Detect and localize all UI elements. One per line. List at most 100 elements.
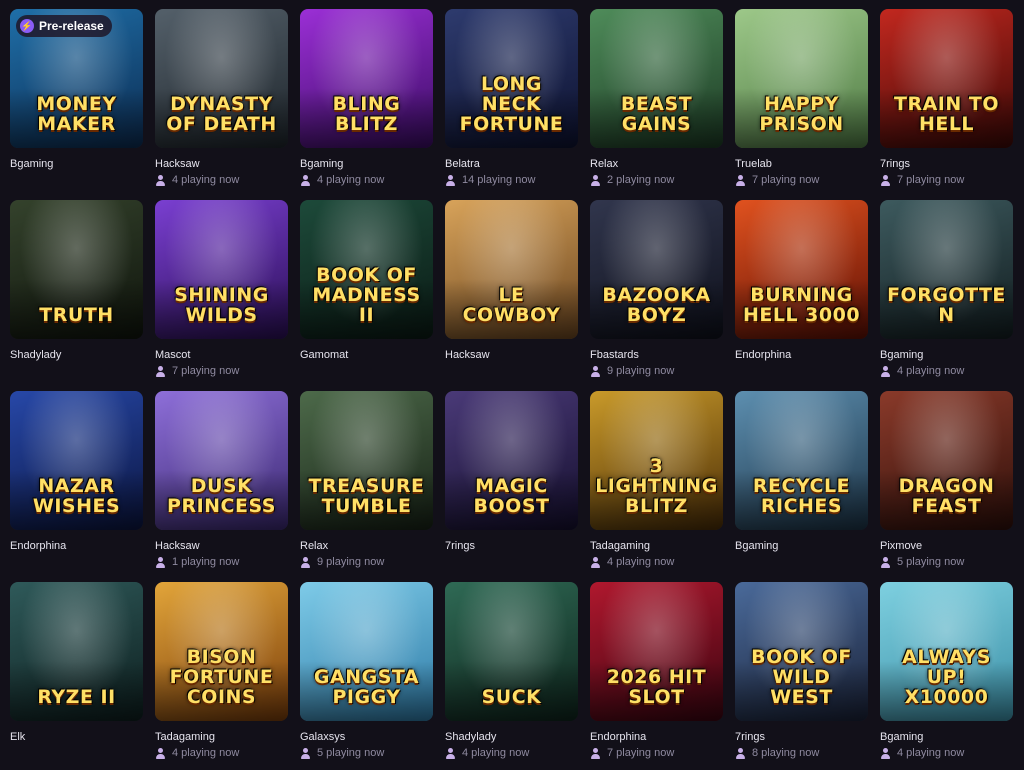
provider-name[interactable]: Endorphina (10, 539, 143, 553)
game-thumbnail[interactable]: Bison Fortune Coins (155, 582, 288, 721)
provider-name[interactable]: Bgaming (880, 348, 1013, 362)
game-thumbnail[interactable]: Long Neck Fortune (445, 9, 578, 148)
provider-name[interactable]: 7rings (735, 730, 868, 744)
game-thumbnail[interactable]: Dusk Princess (155, 391, 288, 530)
players-count: 8 playing now (735, 746, 868, 760)
game-thumbnail[interactable]: Recycle Riches (735, 391, 868, 530)
game-card[interactable]: Dusk Princess Hacksaw 1 playing now (155, 391, 288, 569)
game-card[interactable]: Always Up! x10000 Bgaming 4 playing now (880, 582, 1013, 760)
game-thumbnail[interactable]: Nazar Wishes (10, 391, 143, 530)
provider-name[interactable]: Belatra (445, 157, 578, 171)
game-card[interactable]: Forgotten Bgaming 4 playing now (880, 200, 1013, 378)
game-thumbnail[interactable]: 3 Lightning Blitz (590, 391, 723, 530)
game-thumbnail[interactable]: Dynasty of Death (155, 9, 288, 148)
game-card[interactable]: 2026 Hit Slot Endorphina 7 playing now (590, 582, 723, 760)
game-thumbnail[interactable]: Book of Madness II (300, 200, 433, 339)
game-card[interactable]: Ryze II Elk (10, 582, 143, 744)
game-card[interactable]: Long Neck Fortune Belatra 14 playing now (445, 9, 578, 187)
provider-name[interactable]: Truelab (735, 157, 868, 171)
provider-name[interactable]: 7rings (880, 157, 1013, 171)
game-thumbnail[interactable]: Train to Hell (880, 9, 1013, 148)
players-count: 5 playing now (300, 746, 433, 760)
game-thumbnail[interactable]: Forgotten (880, 200, 1013, 339)
game-card[interactable]: Bison Fortune Coins Tadagaming 4 playing n… (155, 582, 288, 760)
provider-name[interactable]: Relax (300, 539, 433, 553)
user-icon (155, 365, 167, 377)
game-thumbnail[interactable]: Dragon Feast (880, 391, 1013, 530)
game-thumbnail[interactable]: Gangsta Piggy (300, 582, 433, 721)
user-icon (735, 174, 747, 186)
game-card[interactable]: Le Cowboy Hacksaw (445, 200, 578, 362)
game-thumbnail[interactable]: Bling Blitz (300, 9, 433, 148)
game-thumbnail[interactable]: Magic Boost (445, 391, 578, 530)
game-card[interactable]: Burning Hell 3000 Endorphina (735, 200, 868, 362)
game-thumbnail[interactable]: Ryze II (10, 582, 143, 721)
provider-name[interactable]: Bgaming (300, 157, 433, 171)
provider-name[interactable]: Hacksaw (155, 539, 288, 553)
provider-name[interactable]: Hacksaw (445, 348, 578, 362)
provider-name[interactable]: Endorphina (590, 730, 723, 744)
game-thumbnail[interactable]: Suck (445, 582, 578, 721)
game-thumbnail[interactable]: 2026 Hit Slot (590, 582, 723, 721)
game-logo-title: Dusk Princess (167, 475, 276, 517)
provider-name[interactable]: Pixmove (880, 539, 1013, 553)
game-card[interactable]: Book of Wild West 7rings 8 playing now (735, 582, 868, 760)
badge-label: Pre-release (39, 19, 104, 33)
game-card[interactable]: Suck Shadylady 4 playing now (445, 582, 578, 760)
game-card[interactable]: Nazar Wishes Endorphina (10, 391, 143, 553)
provider-name[interactable]: Bgaming (880, 730, 1013, 744)
game-card[interactable]: Shining Wilds Mascot 7 playing now (155, 200, 288, 378)
provider-name[interactable]: Shadylady (445, 730, 578, 744)
provider-name[interactable]: Tadagaming (155, 730, 288, 744)
game-thumbnail[interactable]: Beast Gains (590, 9, 723, 148)
game-logo-title: Always Up! x10000 (902, 646, 991, 708)
game-card[interactable]: 3 Lightning Blitz Tadagaming 4 playing now (590, 391, 723, 569)
game-thumbnail[interactable]: Book of Wild West (735, 582, 868, 721)
game-logo-title: Happy Prison (759, 93, 844, 135)
game-card[interactable]: Happy Prison Truelab 7 playing now (735, 9, 868, 187)
game-card[interactable]: Bling Blitz Bgaming 4 playing now (300, 9, 433, 187)
game-card[interactable]: Truth Shadylady (10, 200, 143, 362)
provider-name[interactable]: Galaxsys (300, 730, 433, 744)
provider-name[interactable]: Bgaming (735, 539, 868, 553)
game-thumbnail[interactable]: Always Up! x10000 (880, 582, 1013, 721)
game-logo-title: Nazar Wishes (32, 475, 121, 517)
provider-name[interactable]: Hacksaw (155, 157, 288, 171)
game-card[interactable]: Magic Boost 7rings (445, 391, 578, 553)
players-count: 4 playing now (445, 746, 578, 760)
game-thumbnail[interactable]: Treasure Tumble (300, 391, 433, 530)
provider-name[interactable]: Tadagaming (590, 539, 723, 553)
provider-name[interactable]: Mascot (155, 348, 288, 362)
players-count: 1 playing now (155, 555, 288, 569)
players-count: 4 playing now (300, 173, 433, 187)
game-card[interactable]: Beast Gains Relax 2 playing now (590, 9, 723, 187)
provider-name[interactable]: 7rings (445, 539, 578, 553)
game-card[interactable]: Bazooka Boyz Fbastards 9 playing now (590, 200, 723, 378)
game-card[interactable]: Treasure Tumble Relax 9 playing now (300, 391, 433, 569)
game-card[interactable]: Train to Hell 7rings 7 playing now (880, 9, 1013, 187)
user-icon (735, 747, 747, 759)
game-card[interactable]: Gangsta Piggy Galaxsys 5 playing now (300, 582, 433, 760)
game-card[interactable]: Dragon Feast Pixmove 5 playing now (880, 391, 1013, 569)
game-thumbnail[interactable]: Le Cowboy (445, 200, 578, 339)
game-thumbnail[interactable]: Burning Hell 3000 (735, 200, 868, 339)
game-thumbnail[interactable]: Truth (10, 200, 143, 339)
provider-name[interactable]: Bgaming (10, 157, 143, 171)
game-thumbnail[interactable]: Money Maker ⚡ Pre-release (10, 9, 143, 148)
game-logo-title: Recycle Riches (752, 475, 851, 517)
provider-name[interactable]: Elk (10, 730, 143, 744)
provider-name[interactable]: Endorphina (735, 348, 868, 362)
provider-name[interactable]: Shadylady (10, 348, 143, 362)
game-card[interactable]: Recycle Riches Bgaming (735, 391, 868, 553)
game-thumbnail[interactable]: Bazooka Boyz (590, 200, 723, 339)
provider-name[interactable]: Gamomat (300, 348, 433, 362)
game-card[interactable]: Money Maker ⚡ Pre-release Bgaming (10, 9, 143, 171)
game-card[interactable]: Dynasty of Death Hacksaw 4 playing now (155, 9, 288, 187)
game-thumbnail[interactable]: Happy Prison (735, 9, 868, 148)
game-card[interactable]: Book of Madness II Gamomat (300, 200, 433, 362)
game-thumbnail[interactable]: Shining Wilds (155, 200, 288, 339)
game-logo-title: Ryze II (37, 686, 116, 708)
provider-name[interactable]: Relax (590, 157, 723, 171)
provider-name[interactable]: Fbastards (590, 348, 723, 362)
players-count: 4 playing now (880, 364, 1013, 378)
